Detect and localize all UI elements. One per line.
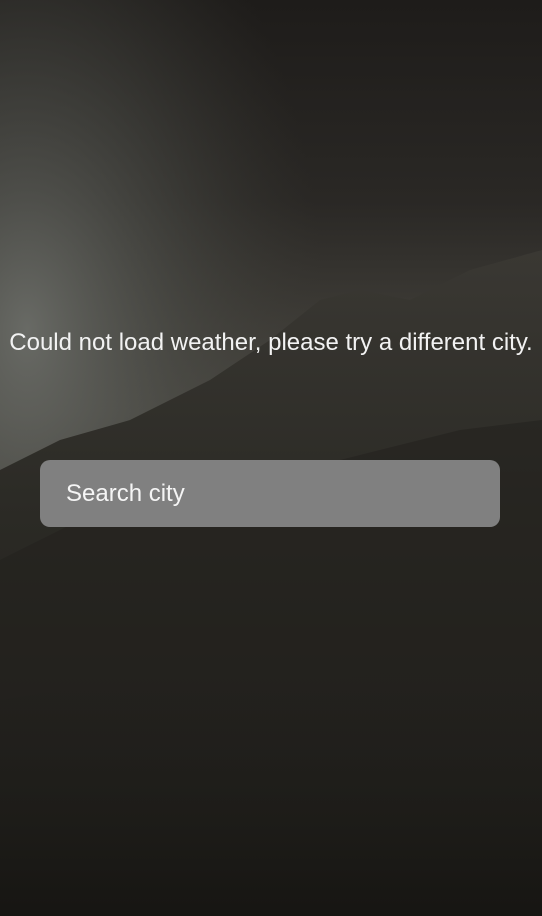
weather-app-screen: Could not load weather, please try a dif… bbox=[0, 0, 542, 916]
error-message: Could not load weather, please try a dif… bbox=[9, 329, 533, 356]
content-area: Could not load weather, please try a dif… bbox=[0, 0, 542, 916]
search-city-input[interactable] bbox=[40, 460, 500, 527]
